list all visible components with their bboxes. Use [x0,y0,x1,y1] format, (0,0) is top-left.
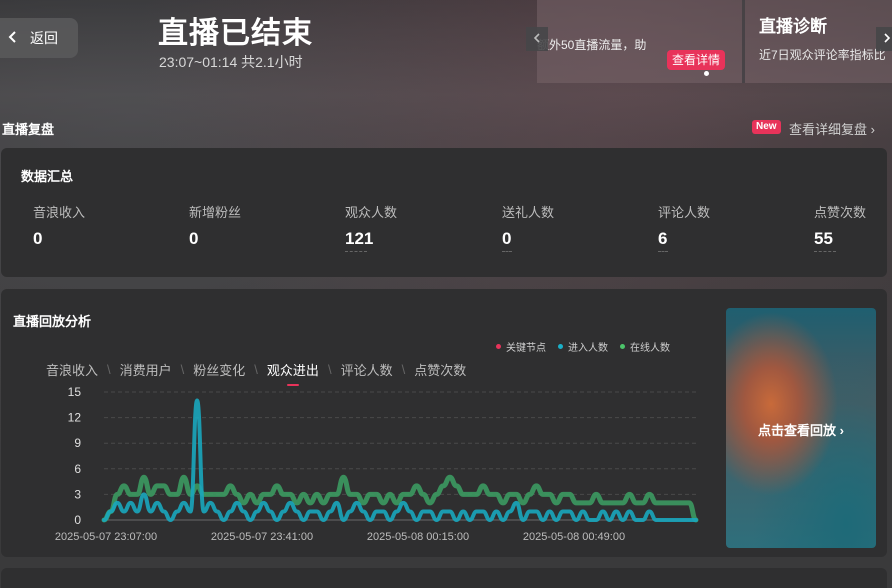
replay-analysis-card: 直播回放分析 关键节点 进入人数 在线人数 音浪收入 \ 消费用户 \ 粉丝变化… [1,289,887,557]
dashed-underline [814,251,836,252]
tab-fan-change[interactable]: 粉丝变化 [193,360,245,379]
data-summary-card: 数据汇总 音浪收入 0 新增粉丝 0 观众人数 121 送礼人数 0 评论人数 … [1,148,887,277]
metric-label: 送礼人数 [502,205,555,220]
detailed-replay-link[interactable]: 查看详细复盘 › [789,119,875,138]
header: 返回 直播已结束 23:07~01:14 共2.1小时 额外50直播流量，助 查… [0,0,892,95]
chart-legend: 关键节点 进入人数 在线人数 [496,339,670,354]
chevron-right-icon: › [839,423,844,438]
tab-commenters[interactable]: 评论人数 [341,360,393,379]
chevron-right-icon [882,30,892,48]
metric-value: 6 [658,229,668,248]
legend-dot [620,344,625,349]
dashed-underline [658,251,668,252]
live-time-range: 23:07~01:14 共2.1小时 [159,54,303,70]
legend-dot [496,344,501,349]
y-tick-label: 12 [68,411,82,425]
x-tick-label: 2025-05-08 00:15:00 [367,531,469,543]
metric-label: 观众人数 [345,205,398,220]
tab-paying-users[interactable]: 消费用户 [120,360,172,379]
legend-label: 关键节点 [506,343,546,354]
metric-label: 点赞次数 [814,205,867,220]
metric-value: 0 [189,229,199,248]
tab-likes[interactable]: 点赞次数 [414,360,466,379]
metric-value: 121 [345,229,374,248]
carousel-indicator [704,71,709,76]
back-button[interactable]: 返回 [0,18,78,58]
page-title: 直播已结束 [158,17,313,50]
legend-item-entries: 进入人数 [558,339,608,354]
metric-label: 新增粉丝 [189,205,242,220]
metric-commenters[interactable]: 评论人数 6 [658,202,710,252]
chevron-right-icon: › [870,122,875,137]
metric-value: 55 [814,229,833,248]
new-badge: New [752,120,781,134]
viewer-flow-chart[interactable]: 0 3 6 9 12 15 2025-05-07 23:07:00 2025-05-07 23… [1,381,711,551]
tab-separator: \ [180,362,185,377]
legend-item-key-node: 关键节点 [496,339,546,354]
banner-next-button[interactable] [876,27,892,51]
chevron-left-icon [532,30,542,48]
metric-viewers[interactable]: 观众人数 121 [345,202,397,252]
back-label: 返回 [30,30,58,46]
tab-viewer-flow[interactable]: 观众进出 [267,360,319,379]
dashed-underline [345,251,367,252]
next-card-edge [1,568,887,588]
legend-item-online: 在线人数 [620,339,670,354]
metric-value: 0 [33,229,43,248]
view-details-button[interactable]: 查看详情 [667,50,725,70]
watch-replay-label: 点击查看回放 › [758,423,844,438]
metric-label: 评论人数 [658,205,711,220]
replay-section-header: 直播复盘 New 查看详细复盘 › [0,115,892,139]
y-tick-label: 6 [74,462,81,476]
x-tick-label: 2025-05-07 23:07:00 [55,531,157,543]
x-tick-label: 2025-05-07 23:41:00 [211,531,313,543]
dashed-underline [502,251,512,252]
tab-separator: \ [327,362,332,377]
summary-title: 数据汇总 [21,169,74,184]
y-tick-label: 3 [74,487,81,501]
banner-divider [742,0,745,83]
tab-separator: \ [107,362,111,377]
legend-label: 进入人数 [568,343,608,354]
metric-label: 音浪收入 [33,205,86,220]
metric-likes[interactable]: 点赞次数 55 [814,202,866,252]
metric-value: 0 [502,229,512,248]
banner-left-text: 额外50直播流量，助 [537,38,647,52]
banner-prev-button[interactable] [526,27,548,51]
y-tick-label: 0 [74,513,81,527]
legend-label: 在线人数 [630,343,670,354]
legend-dot [558,344,563,349]
detailed-replay-label: 查看详细复盘 [789,122,868,137]
diagnosis-text: 近7日观众评论率指标比 [759,48,886,62]
metric-gift-senders[interactable]: 送礼人数 0 [502,202,554,252]
promo-banner: 额外50直播流量，助 查看详情 直播诊断 近7日观众评论率指标比 [537,0,892,83]
x-tick-label: 2025-05-08 00:49:00 [523,531,625,543]
analysis-tabs: 音浪收入 \ 消费用户 \ 粉丝变化 \ 观众进出 \ 评论人数 \ 点赞次数 [46,360,466,379]
tab-separator: \ [254,362,258,377]
metric-gift-income[interactable]: 音浪收入 0 [33,202,85,249]
y-tick-label: 15 [68,385,82,399]
y-tick-label: 9 [74,436,81,450]
chevron-left-icon [6,30,20,47]
tab-gift-income[interactable]: 音浪收入 [46,360,98,379]
replay-video-thumbnail[interactable]: 点击查看回放 › [726,308,876,548]
analysis-title: 直播回放分析 [13,314,92,329]
diagnosis-title[interactable]: 直播诊断 [759,12,827,37]
tab-separator: \ [401,362,406,377]
metric-new-fans[interactable]: 新增粉丝 0 [189,202,241,249]
replay-title: 直播复盘 [2,122,55,137]
